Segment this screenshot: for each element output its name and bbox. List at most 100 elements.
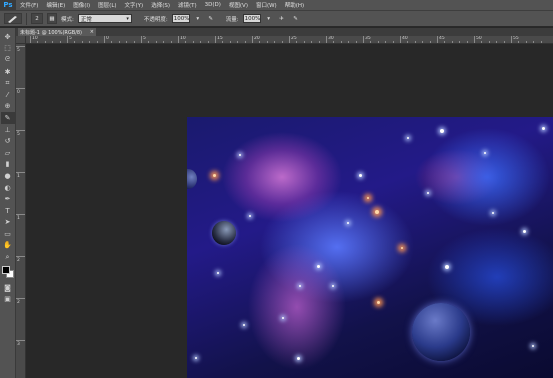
flow-label: 流量: bbox=[225, 16, 239, 23]
ruler-tick bbox=[16, 130, 25, 131]
shape-icon[interactable]: ▭ bbox=[1, 228, 15, 240]
ruler-tick bbox=[16, 88, 25, 89]
airbrush-toggle[interactable]: ✈ bbox=[277, 13, 287, 24]
horizontal-ruler[interactable]: 10 5 0 5 10 15 20 25 30 35 40 45 50 55 bbox=[26, 36, 553, 44]
menu-edit[interactable]: 编辑(E) bbox=[42, 1, 69, 9]
ruler-tick bbox=[511, 36, 512, 43]
vertical-ruler[interactable]: 5 0 5 1 1 2 2 3 bbox=[16, 36, 26, 378]
ruler-tick bbox=[16, 256, 25, 257]
tool-preset-picker[interactable] bbox=[4, 13, 22, 24]
history-brush-icon[interactable]: ↺ bbox=[1, 135, 15, 147]
ruler-label: 5 bbox=[69, 36, 72, 41]
airbrush-icon: ✈ bbox=[279, 15, 284, 22]
pressure-size-toggle[interactable]: ✎ bbox=[291, 13, 301, 24]
pen-pressure-icon: ✎ bbox=[208, 15, 214, 22]
ruler-tick bbox=[16, 46, 25, 47]
ruler-tick bbox=[400, 36, 401, 43]
mode-value: 正常 bbox=[80, 16, 92, 23]
blur-icon[interactable]: ● bbox=[1, 170, 15, 182]
star bbox=[401, 247, 403, 249]
opacity-dropdown[interactable]: ▾ bbox=[194, 13, 202, 24]
foreground-color-swatch[interactable] bbox=[1, 265, 10, 274]
stamp-icon[interactable]: ⊥ bbox=[1, 124, 15, 136]
menu-file[interactable]: 文件(F) bbox=[16, 1, 42, 9]
type-icon[interactable]: T bbox=[1, 205, 15, 217]
edge-planet bbox=[187, 169, 197, 189]
star bbox=[282, 317, 284, 319]
quick-mask-icon[interactable]: ◙ bbox=[1, 282, 15, 294]
menu-type[interactable]: 文字(Y) bbox=[121, 1, 148, 9]
star bbox=[532, 345, 534, 347]
opacity-input[interactable]: 100% bbox=[171, 14, 190, 23]
star bbox=[484, 152, 486, 154]
dodge-icon[interactable]: ◐ bbox=[1, 182, 15, 194]
ruler-tick bbox=[30, 36, 31, 43]
menu-select[interactable]: 选择(S) bbox=[147, 1, 174, 9]
screen-mode-icon[interactable]: ▣ bbox=[1, 293, 15, 305]
brush-icon[interactable]: ✎ bbox=[0, 112, 15, 124]
brush-icon bbox=[8, 15, 17, 23]
close-icon[interactable]: × bbox=[90, 29, 94, 35]
star bbox=[440, 129, 444, 133]
star bbox=[367, 197, 369, 199]
flow-input[interactable]: 100% bbox=[242, 14, 261, 23]
star bbox=[377, 301, 380, 304]
menu-window[interactable]: 窗口(W) bbox=[252, 1, 281, 9]
opacity-label: 不透明度: bbox=[143, 16, 168, 23]
star bbox=[297, 357, 300, 360]
menu-filter[interactable]: 滤镜(T) bbox=[174, 1, 201, 9]
brush-size-picker[interactable]: 2 bbox=[31, 13, 43, 24]
mode-select[interactable]: 正常 ▾ bbox=[77, 14, 132, 23]
ruler-tick bbox=[326, 36, 327, 43]
ruler-label: 5 bbox=[17, 132, 20, 137]
move-icon[interactable]: ✥ bbox=[1, 31, 15, 43]
brush-panel-toggle[interactable]: ▦ bbox=[47, 13, 57, 24]
color-swatches[interactable] bbox=[1, 265, 15, 279]
menu-layer[interactable]: 图层(L) bbox=[94, 1, 120, 9]
pen-icon[interactable]: ✒ bbox=[1, 193, 15, 205]
star bbox=[542, 127, 545, 130]
ruler-origin[interactable] bbox=[16, 36, 26, 44]
large-planet bbox=[412, 303, 470, 361]
star bbox=[299, 285, 301, 287]
separator bbox=[26, 12, 27, 25]
lasso-icon[interactable]: ᘓ bbox=[1, 54, 15, 66]
document-tab[interactable]: 未标题-1 @ 100%(RGB/8) × bbox=[18, 28, 96, 36]
document-canvas-image[interactable] bbox=[187, 117, 553, 378]
menu-image[interactable]: 图像(I) bbox=[69, 1, 94, 9]
ruler-tick bbox=[104, 36, 105, 43]
crop-icon[interactable]: ⌗ bbox=[1, 77, 15, 89]
small-planet bbox=[212, 221, 236, 245]
menu-help[interactable]: 帮助(H) bbox=[281, 1, 308, 9]
pen-pressure-icon: ✎ bbox=[293, 15, 298, 22]
gradient-icon[interactable]: ▮ bbox=[1, 159, 15, 171]
star bbox=[217, 272, 219, 274]
hand-icon[interactable]: ✋ bbox=[1, 240, 15, 252]
ruler-label: 5 bbox=[143, 36, 146, 41]
quick-select-icon[interactable]: ✱ bbox=[1, 66, 15, 78]
eyedropper-icon[interactable]: ⁄ bbox=[1, 89, 15, 101]
menu-3d[interactable]: 3D(D) bbox=[201, 2, 225, 8]
ruler-tick bbox=[67, 36, 68, 43]
menu-view[interactable]: 视图(V) bbox=[225, 1, 252, 9]
ruler-tick bbox=[16, 172, 25, 173]
star bbox=[427, 192, 429, 194]
flow-dropdown[interactable]: ▾ bbox=[265, 13, 273, 24]
brush-size-value: 2 bbox=[35, 15, 39, 22]
ruler-tick bbox=[474, 36, 475, 43]
ruler-tick bbox=[178, 36, 179, 43]
marquee-icon[interactable]: ⬚ bbox=[1, 43, 15, 55]
flow-value: 100% bbox=[244, 15, 261, 22]
chevron-down-icon: ▾ bbox=[267, 15, 270, 22]
eraser-icon[interactable]: ▱ bbox=[1, 147, 15, 159]
brush-panel-icon: ▦ bbox=[49, 15, 55, 22]
pressure-opacity-toggle[interactable]: ✎ bbox=[206, 13, 216, 24]
ruler-tick bbox=[215, 36, 216, 43]
zoom-icon[interactable]: ⌕ bbox=[1, 251, 15, 263]
ruler-label: 0 bbox=[17, 90, 20, 95]
path-select-icon[interactable]: ➤ bbox=[1, 217, 15, 229]
healing-icon[interactable]: ⊕ bbox=[1, 101, 15, 113]
chevron-down-icon: ▾ bbox=[196, 15, 200, 22]
star bbox=[445, 265, 449, 269]
star bbox=[407, 137, 409, 139]
